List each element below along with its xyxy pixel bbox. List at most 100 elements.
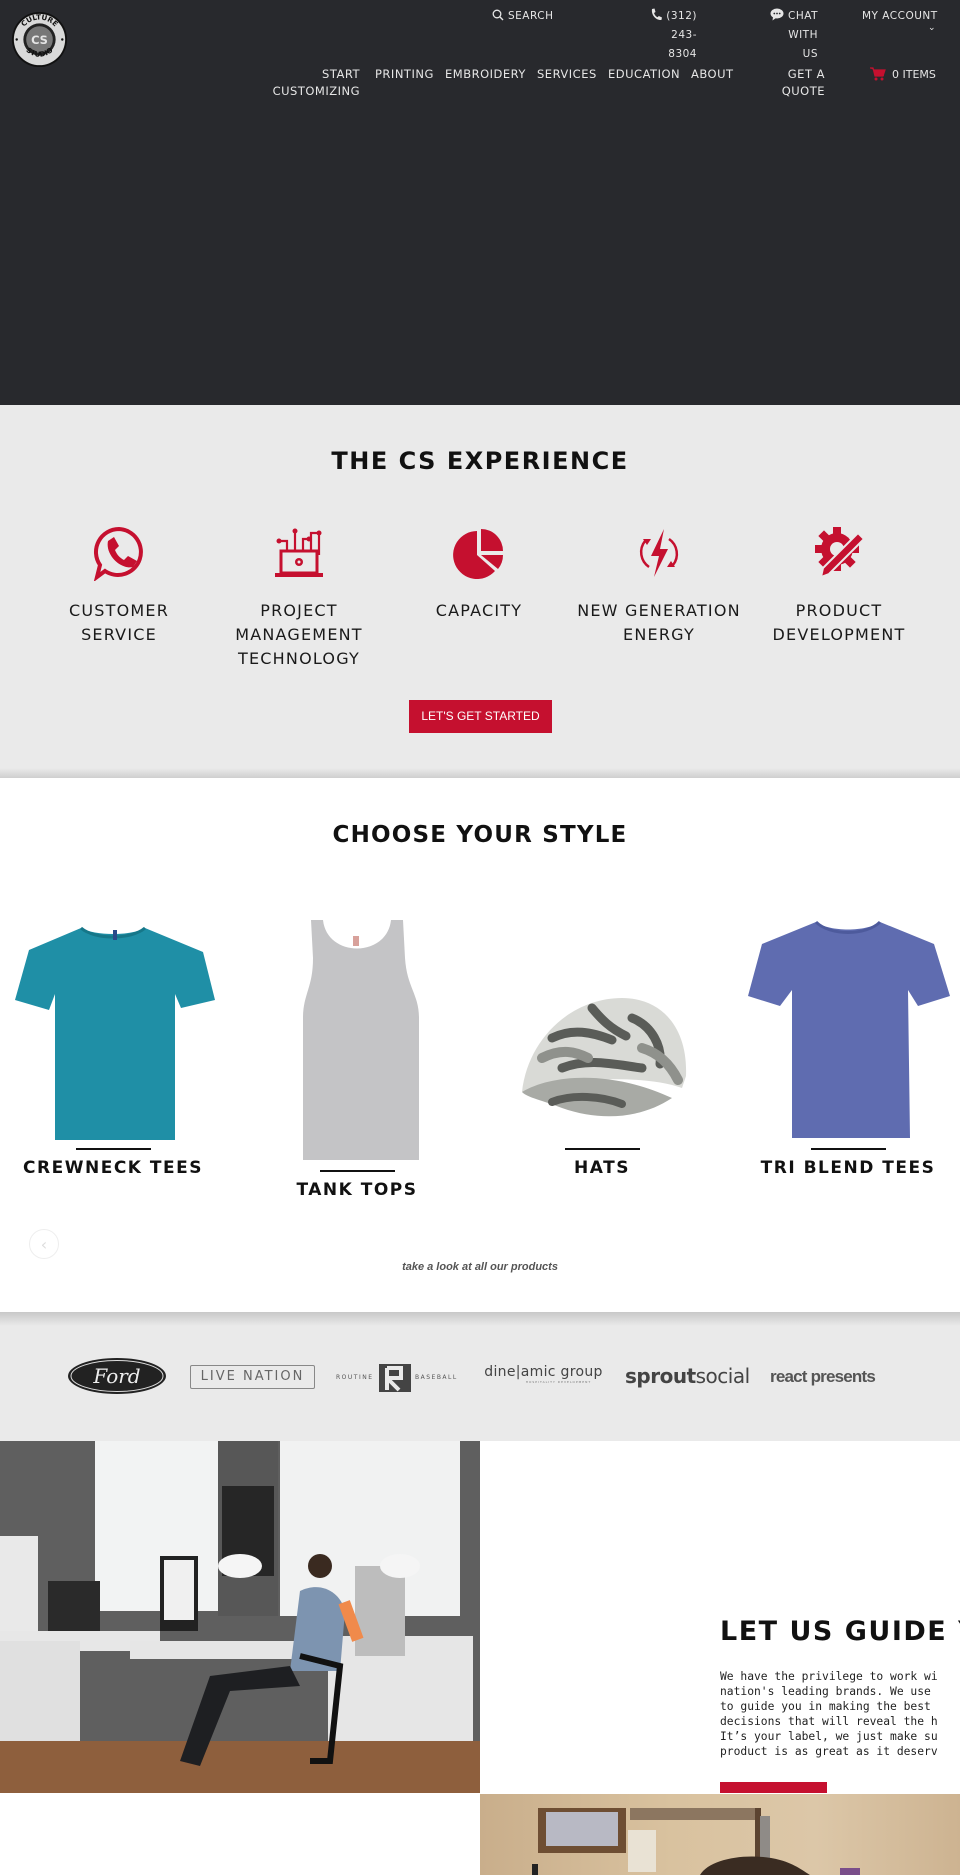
site-header: CS CULTURE STUDIO SEARCH (312) 243- 8304… (0, 0, 960, 405)
nav-label: QUOTE (781, 84, 825, 98)
tri-blend-tee-image (748, 920, 950, 1138)
phone-number-line2: 8304 (668, 48, 697, 60)
product-label: TANK TOPS (296, 1180, 418, 1200)
react-presents-logo: react presents (770, 1367, 876, 1386)
ford-logo: Ford (68, 1358, 166, 1394)
culture-studio-logo[interactable]: CS CULTURE STUDIO (11, 11, 68, 68)
let-us-guide-section: LET US GUIDE Y We have the privilege to … (480, 1441, 960, 1793)
cs-experience-section: THE CS EXPERIENCE CUSTOMER SERVICE PROJEC… (0, 405, 960, 777)
nav-label: START (322, 67, 360, 81)
office-photo-illustration (0, 1441, 480, 1793)
nav-label: CUSTOMIZING (272, 84, 360, 98)
sprout-social-logo: sproutsocial (625, 1364, 750, 1388)
chat-link[interactable]: CHAT WITH US (740, 7, 818, 64)
circuit-laptop-icon (275, 528, 323, 577)
feature-label: TECHNOLOGY (238, 649, 360, 668)
gear-pencil-icon (815, 527, 866, 579)
client-logos-section: Ford LIVE NATION ROUTINE BASEBALL dine|a… (0, 1312, 960, 1441)
choose-your-style-section: CHOOSE YOUR STYLE CREWNECK TEES TANK TOP… (0, 778, 960, 1312)
logo-text: dine|amic group (484, 1364, 603, 1380)
phone-icon (652, 8, 663, 21)
dinamic-group-logo: dine|amic group HOSPITALITY DEVELOPMENT (481, 1364, 606, 1384)
logo-text: ROUTINE (336, 1374, 374, 1381)
nav-services[interactable]: SERVICES (537, 66, 597, 83)
chat-bubble-icon (770, 8, 784, 21)
my-account-dropdown[interactable]: MY ACCOUNT ⌄ (862, 7, 938, 33)
feature-label: ENERGY (623, 625, 695, 644)
phone-chat-icon (93, 526, 143, 581)
live-nation-logo: LIVE NATION (190, 1365, 315, 1389)
nav-education[interactable]: EDUCATION (608, 66, 680, 83)
workspace-photo-illustration (532, 1808, 860, 1875)
feature-label: CUSTOMER (68, 601, 170, 620)
guide-body-text: We have the privilege to work wi nation'… (720, 1670, 938, 1758)
routine-r-mark (379, 1364, 411, 1392)
product-crewneck-tees[interactable]: CREWNECK TEES (0, 908, 228, 1178)
account-label: MY ACCOUNT (862, 10, 938, 22)
svg-text:Ford: Ford (92, 1364, 140, 1388)
feature-label: MANAGEMENT (235, 625, 363, 644)
carousel-prev-button[interactable]: ‹ (29, 1229, 59, 1259)
logo-text: social (695, 1364, 751, 1388)
nav-printing[interactable]: PRINTING (375, 66, 434, 83)
search-icon (492, 9, 504, 21)
search-label: SEARCH (508, 10, 554, 22)
divider-bar (810, 1148, 886, 1150)
guide-cta-button[interactable] (720, 1782, 827, 1793)
shopping-cart-icon (870, 67, 886, 81)
nav-start-customizing[interactable]: START CUSTOMIZING (270, 66, 360, 100)
feature-customer-service: CUSTOMER SERVICE (34, 525, 204, 647)
product-label: HATS (574, 1158, 630, 1178)
camo-hat-image (522, 998, 687, 1117)
divider-bar (75, 1148, 151, 1150)
svg-text:CS: CS (31, 33, 48, 47)
tank-top-image (303, 920, 419, 1160)
product-label: CREWNECK TEES (23, 1158, 203, 1178)
search-link[interactable]: SEARCH (492, 7, 553, 26)
lets-get-started-button[interactable]: LET'S GET STARTED (409, 700, 552, 733)
section-title: LET US GUIDE Y (720, 1616, 960, 1647)
feature-project-management: PROJECT MANAGEMENT TECHNOLOGY (214, 525, 384, 671)
logo-subtext: HOSPITALITY DEVELOPMENT (525, 1380, 592, 1384)
nav-about[interactable]: ABOUT (691, 66, 734, 83)
feature-new-generation-energy: NEW GENERATION ENERGY (574, 525, 744, 647)
white-panel (0, 1793, 480, 1875)
nav-label: GET A (787, 67, 825, 81)
lightning-cycle-icon (639, 529, 679, 577)
crewneck-tee-image (15, 926, 215, 1140)
logo-text: BASEBALL (415, 1374, 458, 1381)
phone-number-line1: (312) 243- (666, 10, 697, 41)
workspace-photo (480, 1794, 960, 1875)
feature-label: SERVICE (81, 625, 157, 644)
product-tri-blend-tees[interactable]: TRI BLEND TEES (733, 908, 960, 1178)
feature-capacity: CAPACITY (394, 525, 564, 623)
feature-label: DEVELOPMENT (772, 625, 906, 644)
feature-label: CAPACITY (435, 601, 523, 620)
phone-link[interactable]: (312) 243- 8304 (622, 7, 697, 64)
product-hats[interactable]: HATS (487, 908, 717, 1178)
feature-label: PRODUCT (795, 601, 883, 620)
divider-bar (564, 1148, 640, 1150)
nav-get-a-quote[interactable]: GET A QUOTE (770, 66, 825, 100)
cart-count: 0 ITEMS (892, 68, 936, 81)
chat-label-line2: US (802, 48, 818, 60)
product-label: TRI BLEND TEES (760, 1158, 936, 1178)
office-workspace-photo (0, 1441, 480, 1793)
section-title: CHOOSE YOUR STYLE (332, 822, 628, 848)
nav-embroidery[interactable]: EMBROIDERY (445, 66, 526, 83)
section-divider (0, 768, 960, 778)
feature-product-development: PRODUCT DEVELOPMENT (754, 525, 924, 647)
chat-label-line1: CHAT WITH (787, 10, 818, 41)
logo-text: sprout (625, 1364, 696, 1388)
all-products-link[interactable]: take a look at all our products (0, 1261, 960, 1273)
routine-baseball-logo: ROUTINE BASEBALL (336, 1364, 461, 1392)
product-tank-tops[interactable]: TANK TOPS (242, 908, 472, 1200)
feature-label: NEW GENERATION (577, 601, 741, 620)
feature-label: PROJECT (260, 601, 338, 620)
section-divider (0, 1312, 960, 1326)
pie-chart-icon (453, 529, 504, 579)
divider-bar (319, 1170, 395, 1172)
chevron-down-icon: ⌄ (928, 23, 937, 33)
section-title: THE CS EXPERIENCE (331, 447, 629, 475)
cart-link[interactable]: 0 ITEMS (870, 66, 936, 83)
